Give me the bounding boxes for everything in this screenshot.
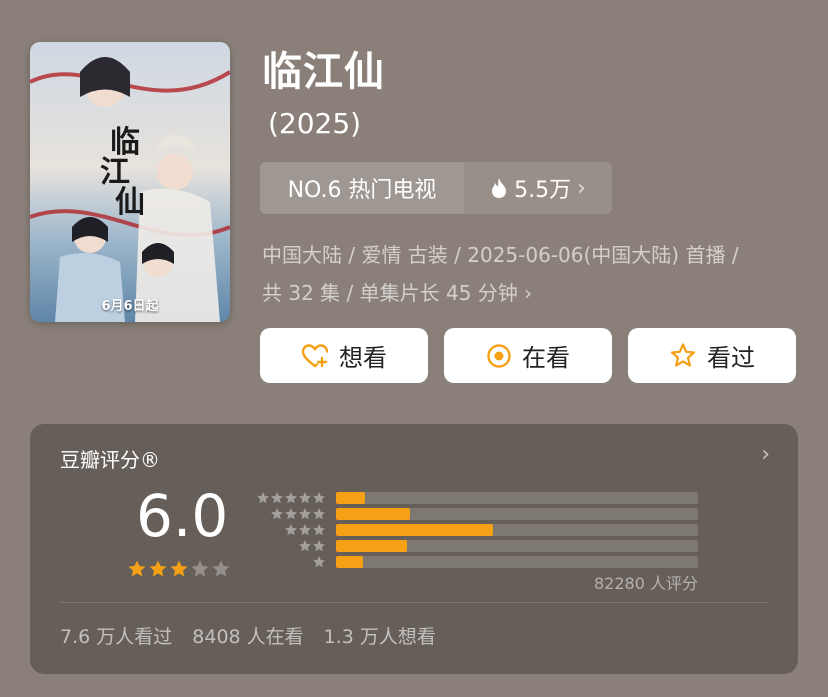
meta-line-1: 中国大陆 / 爱情 古装 / 2025-06-06(中国大陆) 首播 / [262,243,739,267]
star-empty-icon [191,560,209,577]
star-level-3 [256,522,326,538]
small-star-icon [313,556,325,568]
heat-button[interactable]: 5.5万 › [464,162,612,214]
rating-bar-4 [336,508,698,520]
small-star-icon [285,524,297,536]
watched-button[interactable]: 看过 [628,328,796,383]
want-count[interactable]: 1.3 万人想看 [324,622,436,649]
rating-score: 6.0 [136,482,229,550]
score-stars [127,559,231,579]
small-star-icon [313,524,325,536]
rating-bar-3 [336,524,698,536]
rating-bar-fill [336,540,407,552]
star-level-5 [256,490,326,506]
star-empty-icon [212,560,230,577]
page-title: 临江仙 [262,49,385,95]
rank-label[interactable]: NO.6 热门电视 [260,162,464,214]
watching-count[interactable]: 8408 人在看 [192,622,303,649]
star-filled-icon [128,560,146,577]
rating-bar-fill [336,508,411,520]
meta-line-2-row[interactable]: 共 32 集 / 单集片长 45 分钟 › [262,274,802,312]
rating-bar-fill [336,492,365,504]
small-star-icon [299,508,311,520]
rating-distribution [336,492,698,572]
heart-plus-icon [301,343,329,367]
star-level-4 [256,506,326,522]
poster-date-text: 6月6日起 [101,299,159,314]
chevron-right-icon: › [577,175,586,201]
rating-title: 豆瓣评分® [60,448,160,472]
star-filled-icon [149,560,167,577]
rank-chip[interactable]: NO.6 热门电视 5.5万 › [260,162,612,214]
small-star-icon [313,492,325,504]
small-star-icon [299,492,311,504]
star-filled-icon [170,560,188,577]
action-buttons: 想看 在看 看过 [260,328,796,383]
poster-image[interactable]: 临 江 仙 6月6日起 [30,42,230,322]
want-to-watch-label: 想看 [339,344,387,372]
watched-label: 看过 [707,344,755,372]
divider [60,602,768,603]
poster-art: 临 江 仙 [30,42,230,322]
star-level-2 [256,538,326,554]
small-star-icon [299,524,311,536]
release-year: (2025) [268,107,362,140]
rating-bar-fill [336,556,364,568]
small-star-icon [313,508,325,520]
rating-count: 82280 人评分 [594,574,698,593]
watched-count[interactable]: 7.6 万人看过 [60,622,172,649]
meta-info[interactable]: 中国大陆 / 爱情 古装 / 2025-06-06(中国大陆) 首播 / 共 3… [262,236,802,312]
watching-button[interactable]: 在看 [444,328,612,383]
svg-text:仙: 仙 [115,185,145,220]
target-icon [487,343,511,368]
small-star-icon [271,492,283,504]
rating-bar-1 [336,556,698,568]
rating-bar-2 [336,540,698,552]
rating-card[interactable]: 豆瓣评分® › 6.0 82280 人评分 7.6 万人看过 8408 人在看 … [30,424,798,674]
small-star-icon [257,492,269,504]
star-outline-icon [670,343,696,367]
star-level-labels [256,490,326,570]
star-level-1 [256,554,326,570]
rating-bar-fill [336,524,494,536]
flame-icon [492,178,507,198]
chevron-right-icon: › [524,281,533,305]
want-to-watch-button[interactable]: 想看 [260,328,428,383]
watch-stats: 7.6 万人看过 8408 人在看 1.3 万人想看 [60,622,436,649]
small-star-icon [313,540,325,552]
small-star-icon [285,492,297,504]
small-star-icon [271,508,283,520]
rating-bar-5 [336,492,698,504]
small-star-icon [299,540,311,552]
heat-value: 5.5万 [514,178,572,203]
watching-label: 在看 [522,344,570,372]
small-star-icon [285,508,297,520]
meta-line-2: 共 32 集 / 单集片长 45 分钟 [262,281,518,305]
chevron-right-icon[interactable]: › [761,442,770,467]
